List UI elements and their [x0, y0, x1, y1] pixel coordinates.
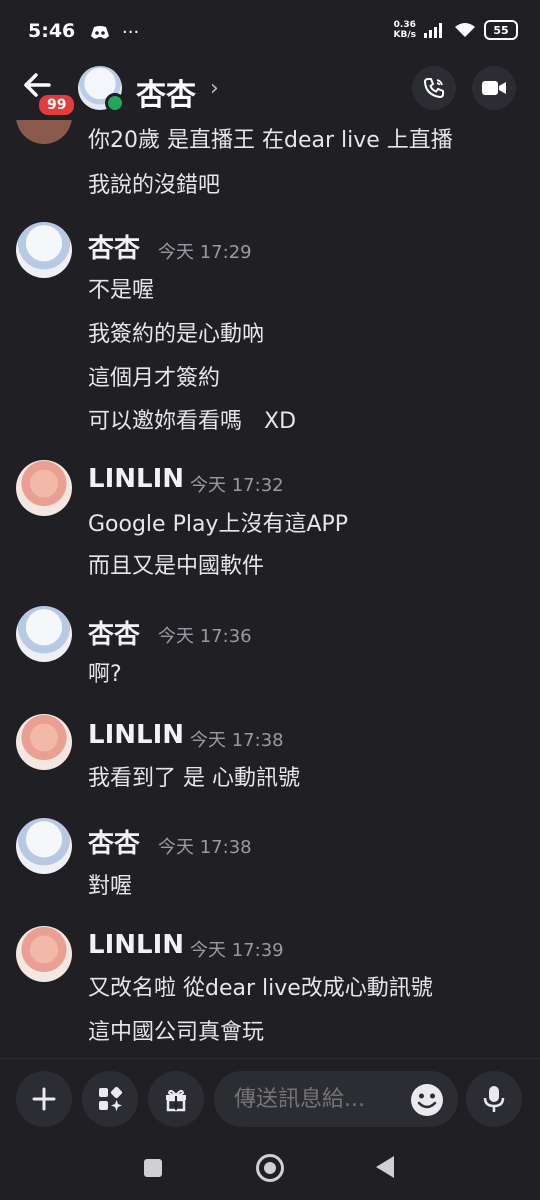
gift-button[interactable]: [148, 1071, 204, 1127]
message-list[interactable]: 你20歲 是直播王 在dear live 上直播 我說的沒錯吧 杏杏 今天 17…: [0, 120, 540, 1058]
message-text: Google Play上沒有這APP: [88, 512, 349, 537]
author-name[interactable]: 杏杏: [88, 228, 140, 265]
chevron-right-icon[interactable]: ›: [210, 76, 219, 101]
message-text: 可以邀妳看看嗎 XD: [88, 409, 297, 434]
apps-sparkle-icon: [99, 1086, 123, 1111]
plus-icon: [32, 1087, 56, 1111]
video-camera-icon: [482, 81, 506, 95]
gift-icon: [166, 1089, 186, 1112]
message-text: 啊?: [88, 662, 122, 687]
wifi-icon: [455, 23, 475, 37]
message-text: 這個月才簽約: [88, 366, 221, 391]
online-status-dot: [105, 93, 125, 113]
author-name[interactable]: LINLIN: [88, 930, 184, 960]
discord-notification-icon: [91, 25, 109, 39]
avatar[interactable]: [16, 222, 72, 278]
message-text: 不是喔: [88, 278, 155, 303]
system-navigation-bar: [0, 1138, 540, 1200]
timestamp: 今天 17:38: [158, 837, 252, 858]
emoji-button[interactable]: [408, 1081, 446, 1119]
timestamp: 今天 17:32: [190, 475, 284, 496]
apps-button[interactable]: [82, 1071, 138, 1127]
timestamp: 今天 17:29: [158, 242, 252, 263]
timestamp: 今天 17:36: [158, 626, 252, 647]
message-text: 我看到了 是 心動訊號: [88, 766, 300, 791]
message-text: 我簽約的是心動吶: [88, 322, 265, 347]
recents-button[interactable]: [144, 1159, 162, 1177]
microphone-icon: [483, 1086, 505, 1112]
net-speed: 0.36 KB/s: [393, 20, 416, 40]
author-name[interactable]: LINLIN: [88, 464, 184, 494]
voice-call-button[interactable]: [412, 66, 456, 110]
message-text: 你20歲 是直播王 在dear live 上直播: [88, 128, 453, 153]
message-text: 這中國公司真會玩: [88, 1020, 265, 1045]
avatar[interactable]: [16, 926, 72, 982]
contact-name[interactable]: 杏杏: [136, 70, 196, 114]
battery-indicator: 55: [484, 20, 518, 40]
back-triangle-button[interactable]: [376, 1156, 394, 1178]
clock: 5:46: [28, 20, 76, 42]
message-text: 而且又是中國軟件: [88, 554, 265, 579]
timestamp: 今天 17:38: [190, 730, 284, 751]
more-notifications-icon: ···: [122, 22, 140, 43]
message-text: 對喔: [88, 874, 133, 899]
avatar[interactable]: [16, 460, 72, 516]
home-icon: [264, 1162, 276, 1174]
voice-message-button[interactable]: [466, 1071, 522, 1127]
avatar: [16, 120, 72, 144]
signal-icon: [424, 23, 442, 38]
timestamp: 今天 17:39: [190, 940, 284, 961]
avatar[interactable]: [16, 606, 72, 662]
unread-badge: 99: [36, 92, 78, 118]
avatar[interactable]: [16, 818, 72, 874]
add-attachment-button[interactable]: [16, 1071, 72, 1127]
message-text: 又改名啦 從dear live改成心動訊號: [88, 976, 433, 1001]
video-call-button[interactable]: [472, 66, 516, 110]
chat-header: 99 杏杏 ›: [0, 62, 540, 120]
author-name[interactable]: LINLIN: [88, 720, 184, 750]
author-name[interactable]: 杏杏: [88, 823, 140, 860]
avatar[interactable]: [16, 714, 72, 770]
status-bar: 5:46 ··· 0.36 KB/s 55: [0, 0, 540, 62]
message-text: 我說的沒錯吧: [88, 173, 221, 198]
phone-icon: [423, 78, 444, 99]
emoji-face-icon: [411, 1084, 443, 1116]
author-name[interactable]: 杏杏: [88, 614, 140, 651]
message-composer: [0, 1058, 540, 1139]
home-button[interactable]: [256, 1154, 284, 1182]
